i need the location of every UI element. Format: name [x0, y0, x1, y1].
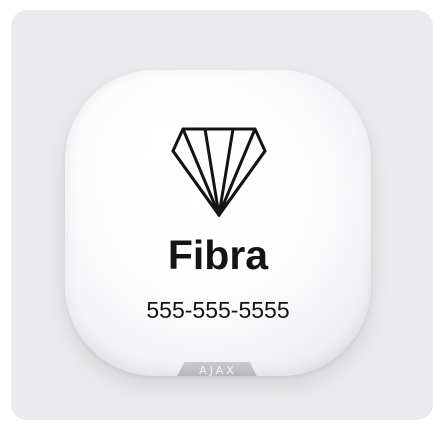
diamond-icon — [171, 127, 267, 218]
siren-brand-plate: Fibra 555-555-5555 AJAX — [65, 70, 371, 376]
maker-logo: AJAX — [199, 364, 237, 376]
brand-name: Fibra — [167, 232, 269, 278]
phone-number: 555-555-5555 — [146, 297, 290, 323]
